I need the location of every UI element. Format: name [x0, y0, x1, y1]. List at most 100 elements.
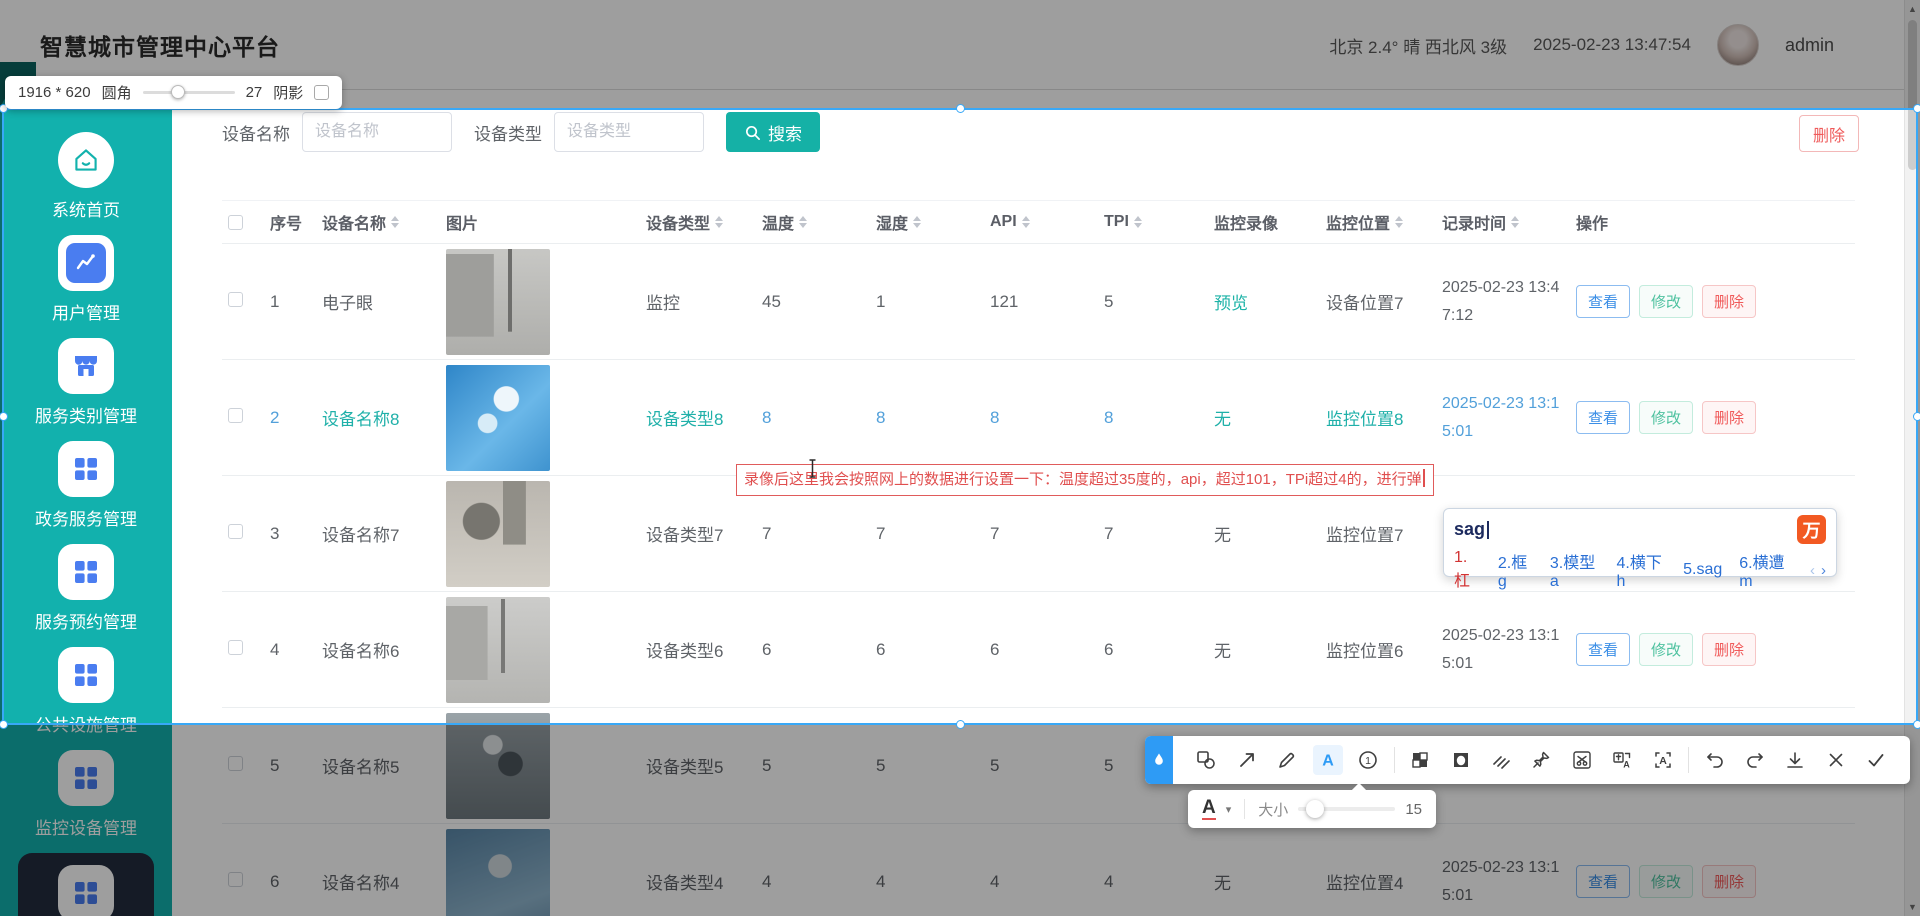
font-size-slider[interactable] [1298, 807, 1395, 811]
device-type-input[interactable] [554, 112, 704, 152]
slider-knob[interactable] [171, 85, 185, 99]
ime-candidate[interactable]: 5.sag [1683, 561, 1722, 579]
row-checkbox[interactable] [228, 524, 243, 539]
shapes-tool-button[interactable] [1191, 745, 1221, 775]
column-header[interactable]: API [984, 213, 1098, 231]
sort-icons[interactable] [799, 216, 807, 228]
delete-button[interactable]: 删除 [1702, 285, 1756, 318]
ime-candidate[interactable]: 4.横下h [1617, 549, 1667, 591]
arrow-tool-button[interactable] [1232, 745, 1262, 775]
selection-handle-bottom-right[interactable] [1913, 720, 1920, 729]
view-button[interactable]: 查看 [1576, 633, 1630, 666]
sort-icons[interactable] [715, 216, 723, 228]
cell-tpi: 7 [1098, 524, 1208, 544]
view-button[interactable]: 查看 [1576, 401, 1630, 434]
column-header[interactable]: 图片 [440, 210, 640, 234]
sidebar-item[interactable]: 政务服务管理 [35, 441, 137, 530]
cell-monitor-location: 监控位置6 [1320, 637, 1436, 662]
ime-candidate[interactable]: 3.模型a [1550, 549, 1600, 591]
device-image[interactable] [446, 481, 550, 587]
close-button[interactable] [1821, 745, 1851, 775]
device-image[interactable] [446, 249, 550, 355]
sort-icons[interactable] [1395, 216, 1403, 228]
font-size-knob[interactable] [1306, 800, 1324, 818]
sort-icons[interactable] [1134, 216, 1142, 228]
column-header[interactable]: TPI [1098, 213, 1208, 231]
snip-size-text: 1916 * 620 [18, 84, 91, 101]
sidebar-item[interactable]: 服务类别管理 [35, 338, 137, 427]
search-button[interactable]: 搜索 [726, 112, 820, 152]
column-header[interactable]: 操作 [1570, 210, 1855, 234]
font-color-button[interactable]: A [1202, 798, 1216, 820]
crop-tool-button[interactable] [1567, 745, 1597, 775]
selection-handle-bottom-center[interactable] [956, 720, 965, 729]
column-header[interactable]: 记录时间 [1436, 210, 1570, 234]
pin-tool-button[interactable] [1526, 745, 1556, 775]
mosaic-tool-button[interactable] [1405, 745, 1435, 775]
device-name-input[interactable] [302, 112, 452, 152]
row-checkbox[interactable] [228, 292, 243, 307]
ime-candidate[interactable]: 2.框g [1498, 549, 1533, 591]
edit-button[interactable]: 修改 [1639, 285, 1693, 318]
column-header[interactable]: 设备名称 [316, 210, 440, 234]
confirm-button[interactable] [1861, 745, 1891, 775]
device-image[interactable] [446, 365, 550, 471]
ime-next-icon[interactable]: › [1821, 562, 1826, 579]
edit-button[interactable]: 修改 [1639, 401, 1693, 434]
sidebar-item[interactable]: 系统首页 [52, 132, 120, 221]
pen-tool-button[interactable] [1272, 745, 1302, 775]
select-all-checkbox[interactable] [228, 215, 243, 230]
undo-button[interactable] [1700, 745, 1730, 775]
shadow-checkbox[interactable] [314, 85, 329, 100]
snip-corner-value: 27 [246, 84, 263, 101]
hatch-tool-button[interactable] [1486, 745, 1516, 775]
column-header[interactable]: 温度 [756, 210, 870, 234]
video-preview-link[interactable]: 无 [1214, 526, 1231, 545]
annotation-text-box[interactable]: 录像后这里我会按照网上的数据进行设置一下：温度超过35度的，api，超过101，… [736, 464, 1434, 496]
video-preview-link[interactable]: 无 [1214, 410, 1231, 429]
column-header[interactable]: 监控位置 [1320, 210, 1436, 234]
video-preview-link[interactable]: 预览 [1214, 294, 1248, 313]
sort-icons[interactable] [1022, 216, 1030, 228]
delete-button[interactable]: 删除 [1702, 633, 1756, 666]
sort-icons[interactable] [391, 216, 399, 228]
ime-prev-icon[interactable]: ‹ [1810, 562, 1815, 579]
ime-brand-icon[interactable]: 万 [1797, 515, 1826, 544]
sidebar-item[interactable]: 公共设施管理 [35, 647, 137, 736]
corner-radius-slider[interactable] [143, 91, 235, 94]
toolbar-separator [1394, 747, 1395, 773]
redo-button[interactable] [1740, 745, 1770, 775]
video-preview-link[interactable]: 无 [1214, 642, 1231, 661]
view-button[interactable]: 查看 [1576, 285, 1630, 318]
row-checkbox[interactable] [228, 640, 243, 655]
batch-delete-button[interactable]: 删除 [1799, 115, 1859, 152]
translate-tool-button[interactable]: A [1607, 745, 1637, 775]
pin-app-tab[interactable] [1145, 736, 1173, 784]
column-header[interactable]: 湿度 [870, 210, 984, 234]
ime-candidate[interactable]: 6.横遭m [1739, 549, 1793, 591]
table-row: 4 设备名称6 设备类型6 6 6 6 6 无 监控位置6 2025-02-23… [222, 592, 1855, 708]
text-tool-button[interactable]: A [1313, 745, 1343, 775]
selection-handle-mid-right[interactable] [1913, 412, 1920, 421]
column-header[interactable]: 序号 [264, 210, 316, 234]
ocr-tool-button[interactable]: A [1648, 745, 1678, 775]
column-header[interactable]: 设备类型 [640, 210, 756, 234]
sidebar-item[interactable]: 用户管理 [52, 235, 120, 324]
chevron-down-icon[interactable]: ▾ [1226, 803, 1232, 816]
step-number-tool-button[interactable]: 1 [1353, 745, 1383, 775]
search-bar: 设备名称 设备类型 搜索 [222, 112, 820, 152]
column-header[interactable]: 监控录像 [1208, 210, 1320, 234]
download-button[interactable] [1780, 745, 1810, 775]
edit-button[interactable]: 修改 [1639, 633, 1693, 666]
selection-handle-top-center[interactable] [956, 104, 965, 113]
device-image[interactable] [446, 597, 550, 703]
row-checkbox[interactable] [228, 408, 243, 423]
delete-button[interactable]: 删除 [1702, 401, 1756, 434]
sort-icons[interactable] [913, 216, 921, 228]
sort-icons[interactable] [1511, 216, 1519, 228]
selection-handle-top-right[interactable] [1913, 104, 1920, 113]
blur-tool-button[interactable] [1446, 745, 1476, 775]
ime-candidate[interactable]: 1.杠 [1454, 549, 1481, 591]
cell-temperature: 8 [756, 408, 870, 428]
sidebar-item[interactable]: 服务预约管理 [35, 544, 137, 633]
